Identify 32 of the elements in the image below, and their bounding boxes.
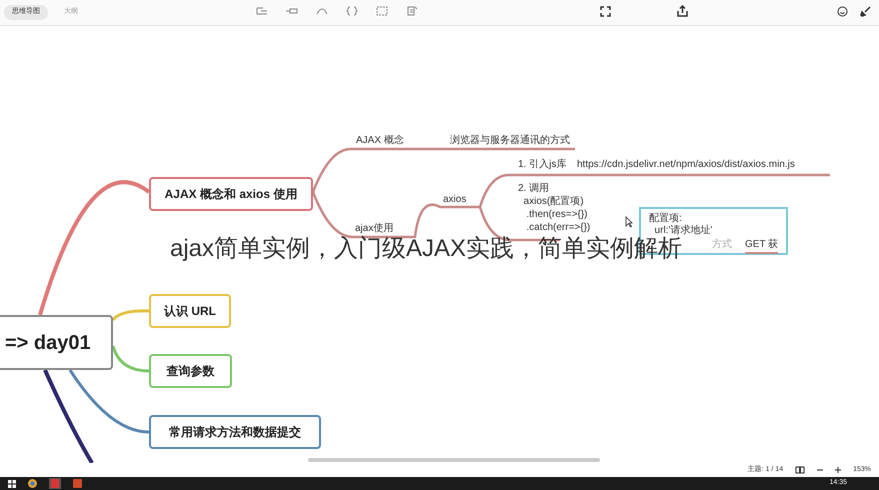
central-topic[interactable]: => day01 (0, 315, 113, 370)
brush-icon[interactable] (860, 6, 871, 17)
fullscreen-icon[interactable] (600, 6, 611, 17)
note-icon[interactable] (406, 6, 418, 16)
subtopic-label[interactable]: 1. 引入js库 (518, 157, 566, 172)
smiley-icon[interactable] (837, 6, 848, 17)
relationship-icon[interactable] (316, 6, 328, 16)
subtopic-label: GET 获 (745, 237, 778, 254)
topic-node[interactable]: AJAX 概念和 axios 使用 (149, 177, 313, 211)
windows-logo-icon[interactable] (8, 480, 16, 488)
note-text: url:'请求地址' (654, 225, 714, 236)
topic-node[interactable]: 认识 URL (149, 294, 231, 328)
subtopic-label[interactable]: AJAX 概念 (356, 133, 404, 148)
topic-node[interactable]: 常用请求方法和数据提交 (149, 415, 321, 449)
note-text: 配置项: (649, 213, 683, 224)
subtopic-label[interactable]: ajax使用 (355, 221, 394, 236)
subtopic-icon[interactable] (286, 6, 298, 16)
topic-node[interactable]: 查询参数 (149, 354, 232, 388)
mouse-cursor-icon (625, 216, 633, 228)
share-icon[interactable] (677, 5, 688, 17)
horizontal-scrollbar[interactable] (308, 458, 600, 462)
subtopic-label[interactable]: axios (443, 192, 466, 207)
book-icon[interactable] (795, 466, 806, 474)
zoom-out-icon[interactable] (817, 467, 824, 473)
subtopic-label[interactable]: 浏览器与服务器通讯的方式 (450, 133, 570, 148)
braces-icon[interactable] (346, 6, 358, 16)
boundary-icon[interactable] (376, 6, 388, 16)
browser-icon[interactable] (28, 479, 37, 488)
subtopic-label[interactable]: https://cdn.jsdelivr.net/npm/axios/dist/axios.min.js (577, 157, 795, 172)
subtopic-label[interactable]: 2. 调用 axios(配置项) .then(res=>{}) .catch(err=>{}) (518, 182, 590, 234)
topic-icon[interactable] (256, 6, 268, 16)
zoom-in-icon[interactable] (835, 467, 842, 473)
